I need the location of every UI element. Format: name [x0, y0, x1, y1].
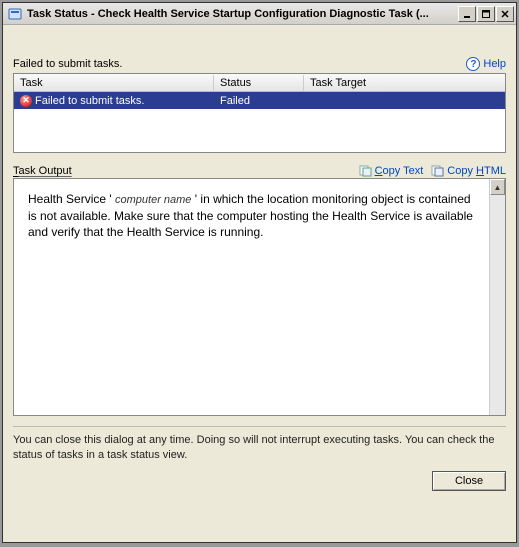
copy-html-icon: [431, 165, 445, 177]
cell-target: [304, 100, 505, 102]
client-area: Failed to submit tasks. ? Help Task Stat…: [3, 25, 516, 542]
copy-text-link[interactable]: Copy Text: [359, 165, 424, 177]
close-button[interactable]: Close: [432, 471, 506, 491]
output-placeholder: computer name: [115, 194, 191, 206]
task-output-panel: Health Service ' computer name ' in whic…: [13, 178, 506, 416]
error-icon: ✕: [20, 95, 32, 107]
output-prefix: Health Service ': [28, 192, 115, 206]
status-message: Failed to submit tasks.: [13, 58, 122, 70]
cell-status: Failed: [214, 94, 304, 108]
grid-body: ✕ Failed to submit tasks. Failed: [14, 92, 505, 152]
column-header-status[interactable]: Status: [214, 75, 304, 91]
window-title: Task Status - Check Health Service Start…: [27, 8, 457, 20]
task-output-text[interactable]: Health Service ' computer name ' in whic…: [14, 179, 489, 415]
footer-notice: You can close this dialog at any time. D…: [13, 433, 506, 463]
table-row[interactable]: ✕ Failed to submit tasks. Failed: [14, 92, 505, 109]
copy-html-link[interactable]: Copy HTML: [431, 165, 506, 177]
cell-task-text: Failed to submit tasks.: [35, 95, 144, 107]
divider: [13, 426, 506, 427]
titlebar: Task Status - Check Health Service Start…: [3, 3, 516, 25]
copy-html-label: Copy HTML: [447, 165, 506, 177]
task-grid: Task Status Task Target ✕ Failed to subm…: [13, 73, 506, 153]
column-header-task[interactable]: Task: [14, 75, 214, 91]
top-row: Failed to submit tasks. ? Help: [13, 57, 506, 71]
grid-header: Task Status Task Target: [14, 74, 505, 92]
copy-text-icon: [359, 165, 373, 177]
output-scrollbar[interactable]: ▲: [489, 179, 505, 415]
copy-text-label: Copy Text: [375, 165, 424, 177]
scroll-up-icon[interactable]: ▲: [490, 179, 505, 195]
dialog-window: Task Status - Check Health Service Start…: [2, 2, 517, 543]
help-label: Help: [483, 58, 506, 70]
button-row: Close: [13, 471, 506, 491]
output-header: Task Output Copy Text Copy HTML: [13, 165, 506, 178]
help-link[interactable]: ? Help: [466, 57, 506, 71]
cell-task: ✕ Failed to submit tasks.: [14, 94, 214, 108]
column-header-target[interactable]: Task Target: [304, 75, 505, 91]
help-icon: ?: [466, 57, 480, 71]
app-icon: [7, 6, 23, 22]
close-window-button[interactable]: [496, 6, 514, 22]
maximize-button[interactable]: [477, 6, 495, 22]
window-controls: [457, 6, 514, 22]
copy-links: Copy Text Copy HTML: [359, 165, 506, 177]
task-output-label: Task Output: [13, 165, 72, 177]
minimize-button[interactable]: [458, 6, 476, 22]
